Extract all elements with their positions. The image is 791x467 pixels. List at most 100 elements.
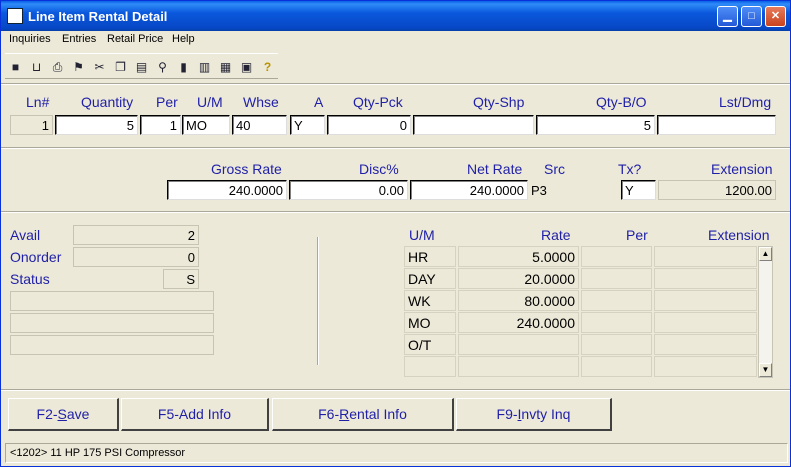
calculator-icon[interactable]: ▦ [215, 56, 236, 78]
rental-info-button-hotkey: R [339, 406, 350, 422]
rate-row-um[interactable]: WK [404, 290, 456, 311]
menu-help[interactable]: Help [172, 33, 195, 45]
header-gross-rate: Gross Rate [211, 161, 282, 177]
rate-row-per[interactable] [581, 334, 652, 355]
rate-row-extension[interactable] [654, 246, 757, 267]
menu-inquiries[interactable]: Inquiries [9, 33, 51, 45]
rate-row-per[interactable] [581, 246, 652, 267]
vertical-divider [317, 237, 319, 365]
invty-inq-button-prefix: F9- [496, 406, 518, 422]
rate-row-um[interactable]: HR [404, 246, 456, 267]
um-field[interactable]: MO [182, 115, 230, 135]
rental-info-button-prefix: F6- [318, 406, 340, 422]
lst-dmg-field[interactable] [657, 115, 776, 135]
window-title: Line Item Rental Detail [28, 9, 168, 24]
rental-info-button-suffix: ental Info [349, 406, 407, 422]
run-icon[interactable]: ⚑ [68, 56, 89, 78]
rate-row-extension[interactable] [654, 312, 757, 333]
qty-pck-field[interactable]: 0 [327, 115, 411, 135]
rates-header-extension: Extension [708, 227, 770, 243]
gross-rate-field[interactable]: 240.0000 [167, 180, 287, 200]
header-quantity: Quantity [81, 94, 134, 110]
menu-entries[interactable]: Entries [62, 33, 96, 45]
menu-retail-price[interactable]: Retail Price [107, 33, 163, 45]
print-icon[interactable]: ⎙ [47, 56, 68, 78]
header-lst-dmg: Lst/Dmg [719, 94, 772, 110]
invty-inq-button-suffix: nvty Inq [521, 406, 571, 422]
toolbar: ■ ⊔ ⎙ ⚑ ✂ ❐ ▤ ⚲ ▮ ▥ ▦ ▣ ? [5, 53, 278, 79]
close-button[interactable]: ✕ [765, 6, 786, 27]
divider [1, 83, 790, 85]
rate-row-rate[interactable]: 80.0000 [458, 290, 579, 311]
scroll-down-icon[interactable]: ▼ [759, 363, 772, 377]
save-button[interactable]: F2-Save [8, 398, 119, 431]
door-icon[interactable]: ▮ [173, 56, 194, 78]
copy-icon[interactable]: ❐ [110, 56, 131, 78]
quantity-field[interactable]: 5 [55, 115, 138, 135]
disc-field[interactable]: 0.00 [289, 180, 408, 200]
divider [1, 389, 790, 391]
calendar-icon[interactable]: ▣ [236, 56, 257, 78]
qty-bo-field[interactable]: 5 [536, 115, 655, 135]
rate-row-per[interactable] [581, 312, 652, 333]
rate-row-rate[interactable] [458, 334, 579, 355]
header-tx: Tx? [618, 161, 642, 177]
rental-info-button[interactable]: F6-Rental Info [272, 398, 454, 431]
title-bar[interactable]: Line Item Rental Detail ▁ □ ✕ [1, 1, 790, 31]
rate-row-um[interactable] [404, 356, 456, 377]
app-icon[interactable] [7, 8, 23, 24]
status-label: Status [10, 271, 50, 287]
avail-value: 2 [73, 225, 199, 245]
src-value: P3 [531, 183, 547, 198]
info-box-2 [10, 313, 214, 333]
chart-icon[interactable]: ▥ [194, 56, 215, 78]
save-button-hotkey: S [57, 406, 67, 422]
rate-row-um[interactable]: MO [404, 312, 456, 333]
header-disc: Disc% [359, 161, 399, 177]
rate-row-per[interactable] [581, 268, 652, 289]
basket-icon[interactable]: ⊔ [26, 56, 47, 78]
rate-row-rate[interactable]: 5.0000 [458, 246, 579, 267]
rate-row-extension[interactable] [654, 268, 757, 289]
rate-row-extension[interactable] [654, 356, 757, 377]
info-box-3 [10, 335, 214, 355]
paste-icon[interactable]: ▤ [131, 56, 152, 78]
minimize-button[interactable]: ▁ [717, 6, 738, 27]
rates-header-per: Per [626, 227, 648, 243]
rate-row-rate[interactable] [458, 356, 579, 377]
a-field[interactable]: Y [290, 115, 325, 135]
help-icon[interactable]: ? [257, 56, 278, 78]
rate-row-um[interactable]: DAY [404, 268, 456, 289]
rate-row-rate[interactable]: 240.0000 [458, 312, 579, 333]
rate-row-extension[interactable] [654, 290, 757, 311]
add-info-button-label: F5-Add Info [157, 406, 232, 422]
find-icon[interactable]: ⚲ [152, 56, 173, 78]
save-icon[interactable]: ■ [5, 56, 26, 78]
header-ln: Ln# [26, 94, 50, 110]
rate-row-per[interactable] [581, 290, 652, 311]
cut-icon[interactable]: ✂ [89, 56, 110, 78]
rates-header-rate: Rate [541, 227, 571, 243]
maximize-button[interactable]: □ [741, 6, 762, 27]
qty-shp-field[interactable] [413, 115, 534, 135]
header-per: Per [156, 94, 178, 110]
header-whse: Whse [243, 94, 279, 110]
header-qty-bo: Qty-B/O [596, 94, 647, 110]
whse-field[interactable]: 40 [232, 115, 287, 135]
rate-row-per[interactable] [581, 356, 652, 377]
net-rate-field[interactable]: 240.0000 [410, 180, 528, 200]
invty-inq-button[interactable]: F9-Invty Inq [456, 398, 612, 431]
add-info-button[interactable]: F5-Add Info [121, 398, 269, 431]
tx-field[interactable]: Y [621, 180, 656, 200]
per-field[interactable]: 1 [140, 115, 181, 135]
save-button-prefix: F2- [36, 406, 58, 422]
header-src: Src [544, 161, 565, 177]
save-button-suffix: ave [66, 406, 90, 422]
header-qty-pck: Qty-Pck [353, 94, 403, 110]
header-um: U/M [197, 94, 223, 110]
rate-row-um[interactable]: O/T [404, 334, 456, 355]
scroll-up-icon[interactable]: ▲ [759, 247, 772, 261]
rates-scrollbar[interactable]: ▲ ▼ [758, 246, 773, 378]
rate-row-rate[interactable]: 20.0000 [458, 268, 579, 289]
rate-row-extension[interactable] [654, 334, 757, 355]
